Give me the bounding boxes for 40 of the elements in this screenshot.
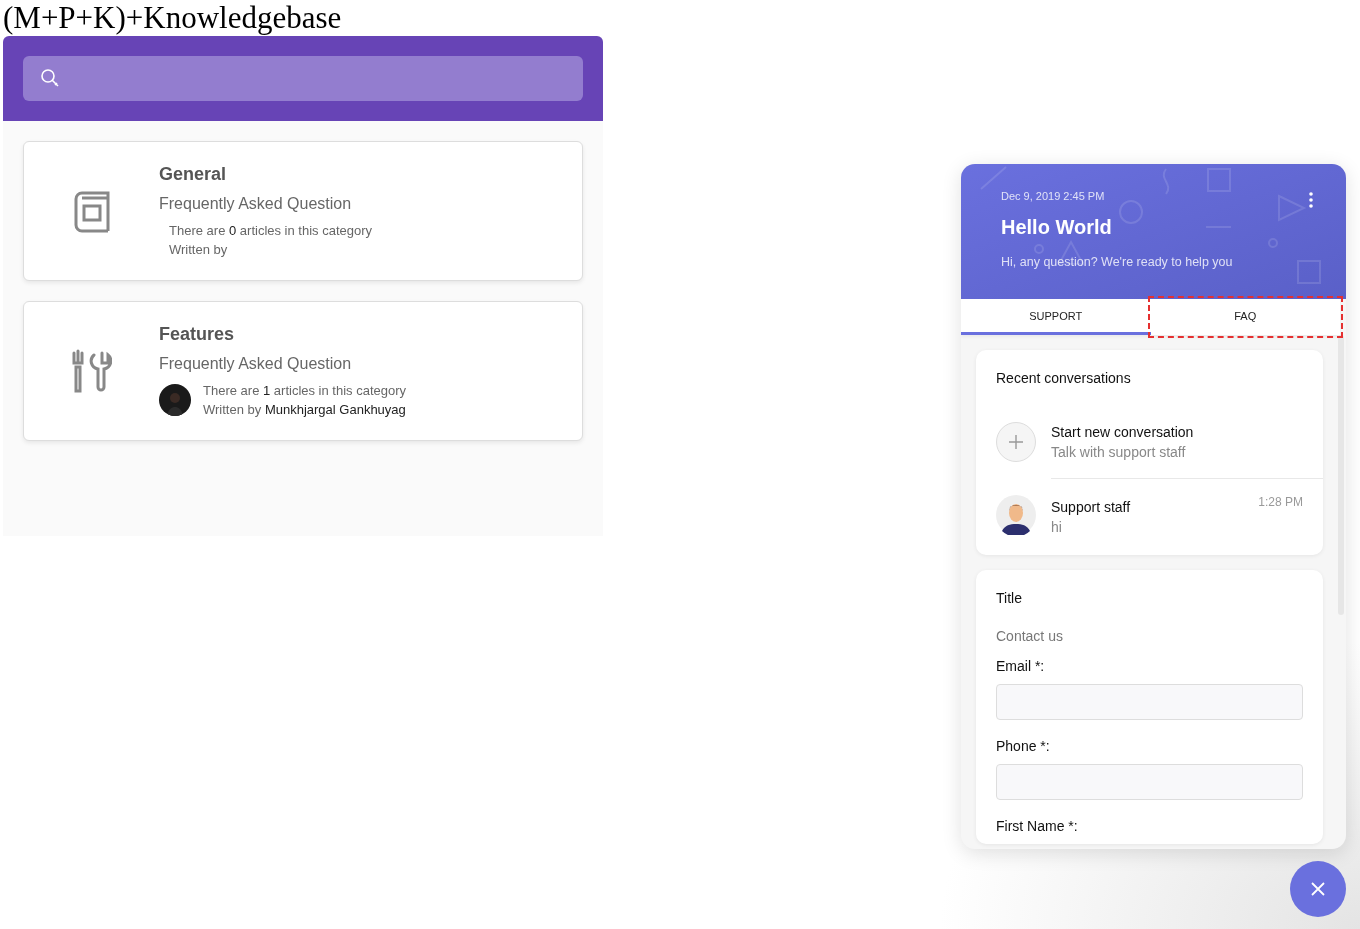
new-conversation-item[interactable]: Start new conversation Talk with support staff xyxy=(996,406,1303,478)
field-label: Email *: xyxy=(996,658,1046,674)
conversation-time: 1:28 PM xyxy=(1258,495,1303,509)
article-count: There are 0 articles in this category xyxy=(169,222,373,240)
form-title: Title xyxy=(996,590,1023,606)
author-text: Written by Munkhjargal Gankhuyag xyxy=(203,401,407,419)
field-label: Phone *: xyxy=(996,738,1051,754)
book-icon xyxy=(73,189,110,233)
input-field[interactable] xyxy=(996,764,1303,800)
form-description: Contact us xyxy=(996,628,1064,644)
input-field[interactable] xyxy=(996,684,1303,720)
conversation-item[interactable]: Support staff hi 1:28 PM xyxy=(996,479,1303,555)
tab[interactable]: FAQ xyxy=(1150,299,1340,335)
close-button[interactable] xyxy=(1290,861,1346,917)
conversation-name: Support staff xyxy=(1051,499,1131,515)
field-label: First Name *: xyxy=(996,818,1079,834)
item-subtitle: Talk with support staff xyxy=(1051,444,1187,460)
conversation-message: hi xyxy=(1051,519,1063,535)
category-card[interactable]: Features Frequently Asked Question There are 1 articles in this category Written by Munkhjargal Gankhuyag xyxy=(23,301,583,441)
close-icon xyxy=(1311,882,1325,896)
tab[interactable]: SUPPORT xyxy=(961,299,1151,335)
widget-title: Hello World xyxy=(1001,216,1113,239)
page-title: (M+P+K)+Knowledgebase xyxy=(3,0,343,36)
item-title: Start new conversation xyxy=(1051,424,1194,440)
category-title: General xyxy=(159,164,228,185)
category-subtitle: Frequently Asked Question xyxy=(159,355,353,373)
avatar-icon xyxy=(996,495,1036,535)
category-title: Features xyxy=(159,324,236,345)
plus-icon xyxy=(996,422,1036,462)
widget-subtitle: Hi, any question? We're ready to help you xyxy=(1001,255,1234,269)
search-field[interactable] xyxy=(23,56,583,101)
more-icon[interactable] xyxy=(1309,192,1313,208)
category-subtitle: Frequently Asked Question xyxy=(159,195,353,213)
date-text: Dec 9, 2019 2:45 PM xyxy=(1001,190,1106,202)
article-count: There are 1 articles in this category xyxy=(203,382,407,400)
card-title: Recent conversations xyxy=(996,370,1132,386)
tools-icon xyxy=(71,349,112,393)
author-text: Written by xyxy=(169,241,229,259)
category-card[interactable]: General Frequently Asked Question There are 0 articles in this category Written by xyxy=(23,141,583,281)
search-icon xyxy=(41,68,61,89)
